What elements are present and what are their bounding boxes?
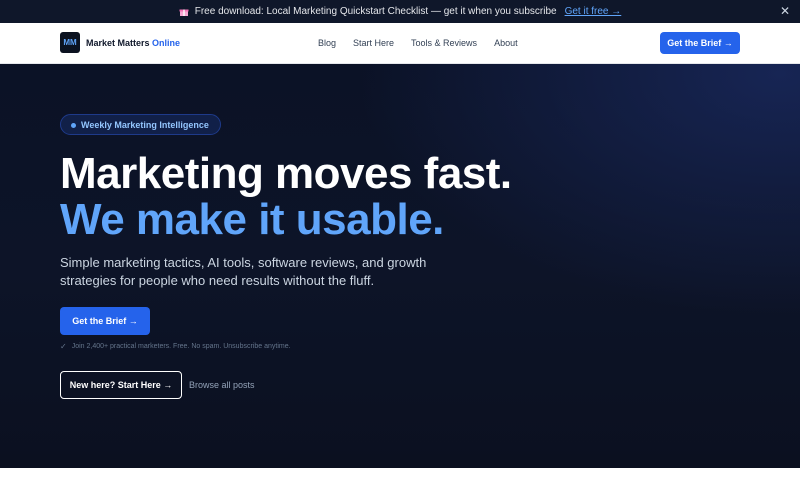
hero-get-brief-button[interactable]: Get the Brief → (60, 307, 150, 335)
nav-link-start-here[interactable]: Start Here (353, 38, 394, 48)
top-navbar: MM Market Matters Online Blog Start Here… (0, 23, 800, 64)
hero-badge: Weekly Marketing Intelligence (60, 114, 221, 135)
nav-link-tools-reviews[interactable]: Tools & Reviews (411, 38, 477, 48)
check-icon: ✓ (60, 342, 67, 351)
get-it-free-link[interactable]: Get it free → (565, 6, 622, 17)
browse-posts-link[interactable]: Browse all posts (189, 380, 255, 390)
start-here-button[interactable]: New here? Start Here → (60, 371, 182, 399)
brand-main: Market Matters (86, 38, 150, 48)
brand-name[interactable]: Market Matters Online (86, 38, 180, 48)
nav-get-brief-button[interactable]: Get the Brief → (660, 32, 740, 54)
badge-label: Weekly Marketing Intelligence (81, 119, 209, 130)
hero-headline-line1: Marketing moves fast. (60, 149, 512, 198)
brand-accent: Online (152, 38, 181, 48)
nav-link-about[interactable]: About (494, 38, 518, 48)
signup-note: ✓ Join 2,400+ practical marketers. Free.… (60, 342, 291, 351)
announcement-bar: Free download: Local Marketing Quickstar… (0, 0, 800, 23)
signup-note-text: Join 2,400+ practical marketers. Free. N… (71, 343, 291, 350)
hero-subcopy: Simple marketing tactics, AI tools, soft… (60, 255, 427, 288)
badge-dot-icon (71, 123, 76, 128)
announcement-text: Free download: Local Marketing Quickstar… (194, 6, 557, 17)
nav-links: Blog Start Here Tools & Reviews About (318, 38, 535, 48)
gift-icon (179, 7, 189, 17)
hero-headline-line2: We make it usable. (60, 195, 444, 244)
below-hero-area (0, 468, 800, 500)
close-icon[interactable]: ✕ (780, 4, 790, 18)
nav-link-blog[interactable]: Blog (318, 38, 336, 48)
hero-section: Weekly Marketing Intelligence Marketing … (0, 64, 800, 468)
logo-mark[interactable]: MM (60, 32, 80, 53)
